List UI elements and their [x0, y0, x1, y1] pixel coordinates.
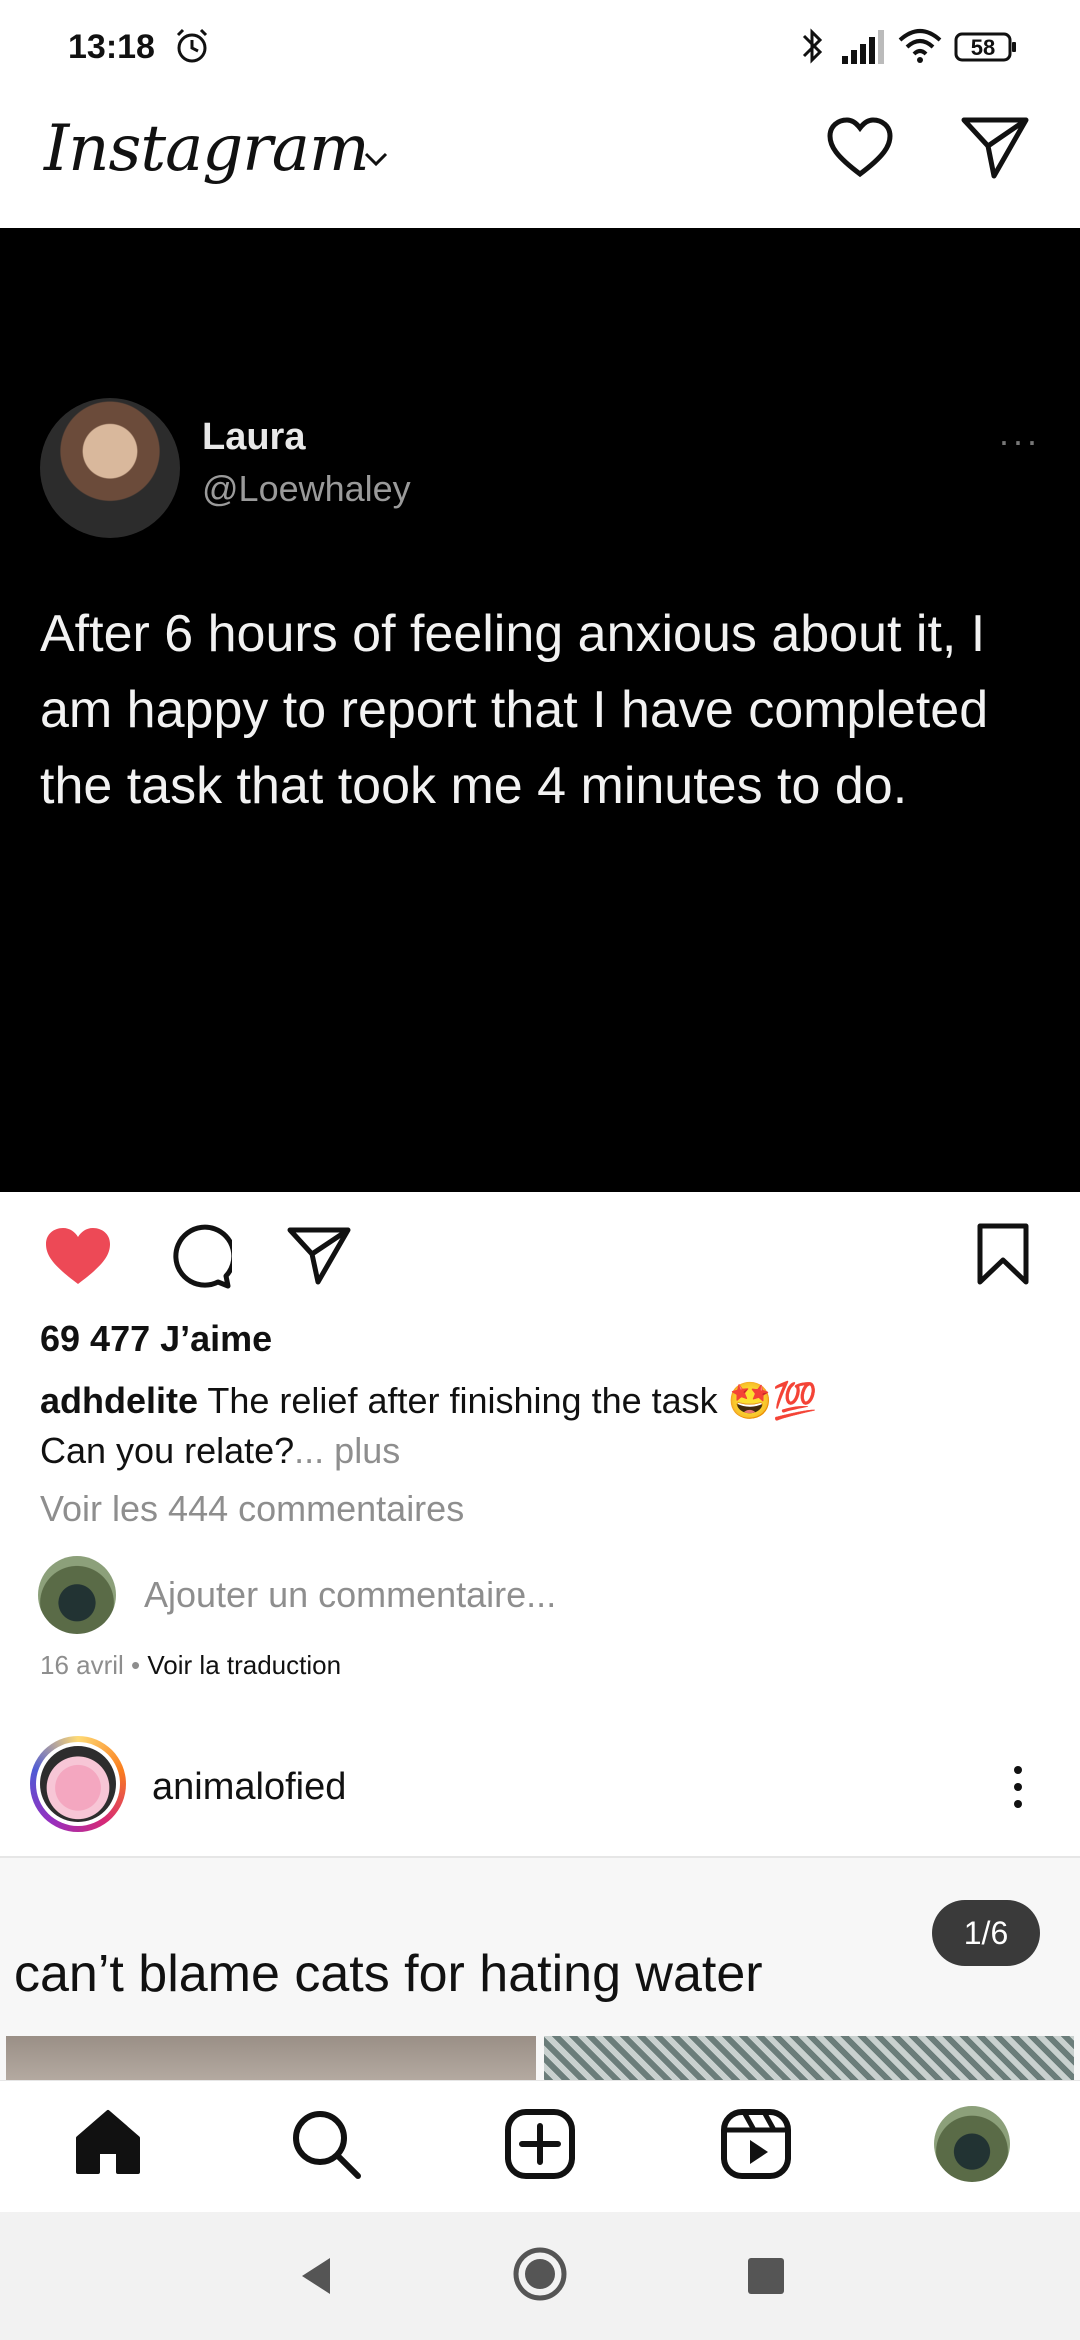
status-time: 13:18 — [68, 28, 155, 66]
post-caption: adhdelite The relief after finishing the… — [40, 1376, 1040, 1476]
home-icon[interactable] — [74, 2108, 142, 2176]
alarm-icon — [176, 28, 208, 63]
caption-username[interactable]: adhdelite — [40, 1380, 198, 1421]
search-icon[interactable] — [290, 2108, 362, 2180]
tweet-avatar — [40, 398, 180, 538]
date-separator: • — [123, 1650, 148, 1680]
reels-icon[interactable] — [720, 2108, 792, 2180]
home-button-icon[interactable] — [512, 2246, 568, 2302]
view-comments-link[interactable]: Voir les 444 commentaires — [40, 1488, 464, 1530]
carousel-counter: 1/6 — [932, 1900, 1040, 1966]
meme-caption: can’t blame cats for hating water — [14, 1945, 763, 2003]
bluetooth-icon — [802, 28, 823, 64]
avatar — [38, 1556, 116, 1634]
tweet-more-icon: ··· — [998, 420, 1040, 461]
tweet-handle: @Loewhaley — [202, 468, 411, 509]
back-icon[interactable] — [296, 2254, 336, 2298]
caption-more-link[interactable]: ... plus — [294, 1430, 400, 1471]
avatar[interactable] — [40, 1746, 116, 1822]
add-comment-input[interactable]: Ajouter un commentaire... — [144, 1574, 556, 1616]
see-translation-link[interactable]: Voir la traduction — [147, 1650, 341, 1680]
share-icon[interactable] — [286, 1224, 352, 1286]
profile-avatar[interactable] — [934, 2106, 1010, 2182]
instagram-logo[interactable]: Instagram — [44, 112, 370, 186]
post-date: 16 avril — [40, 1650, 124, 1680]
save-icon[interactable] — [976, 1222, 1030, 1286]
post-date-line: 16 avril • Voir la traduction — [40, 1650, 341, 1681]
battery-level: 58 — [970, 35, 996, 60]
heart-icon[interactable] — [826, 116, 894, 180]
create-icon[interactable] — [504, 2108, 576, 2180]
comment-icon[interactable] — [166, 1224, 232, 1290]
caption-text: The relief after finishing the task 🤩💯 — [207, 1380, 818, 1421]
chevron-down-icon[interactable] — [362, 148, 390, 170]
signal-icon — [842, 30, 884, 64]
wifi-icon — [898, 29, 942, 63]
more-options-icon[interactable] — [1006, 1762, 1030, 1812]
tweet-text: After 6 hours of feeling anxious about i… — [40, 605, 989, 815]
direct-message-icon[interactable] — [960, 114, 1030, 180]
recents-icon[interactable] — [748, 2258, 784, 2294]
caption-line2: Can you relate? — [40, 1430, 295, 1471]
next-post-username[interactable]: animalofied — [152, 1766, 346, 1809]
likes-count[interactable]: 69 477 J’aime — [40, 1318, 272, 1360]
like-icon[interactable] — [44, 1226, 112, 1288]
tweet-name: Laura — [202, 416, 306, 458]
